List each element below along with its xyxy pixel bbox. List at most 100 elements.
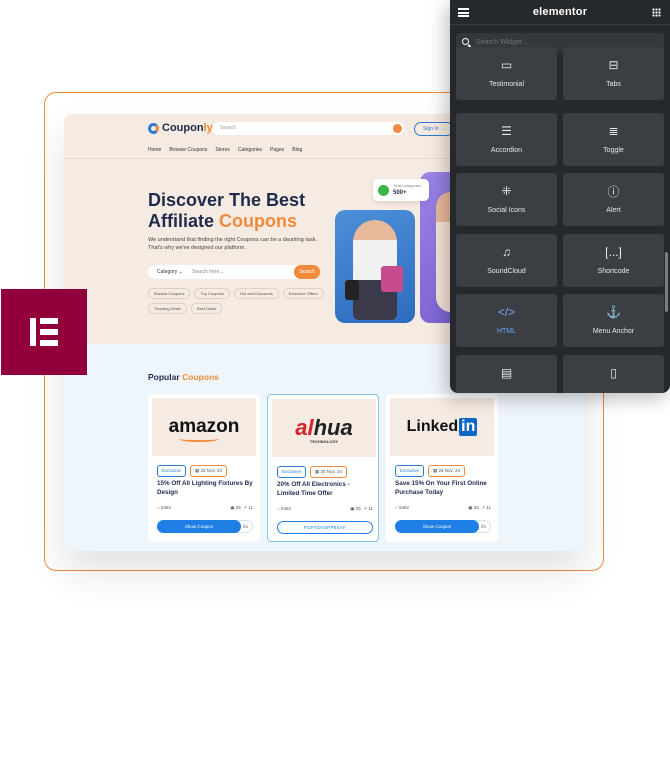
hero-search-bar[interactable]: Category ⌄ Search here... Search — [148, 265, 320, 279]
panel-title: elementor — [532, 6, 588, 18]
signin-button[interactable]: Sign In → — [414, 122, 454, 136]
likes-value: 25 — [235, 505, 241, 510]
category-dropdown[interactable]: Category ⌄ — [157, 269, 183, 275]
widget-social-icons[interactable]: ⁜ Social Icons — [456, 173, 557, 226]
panel-scrollbar[interactable] — [665, 252, 668, 312]
coupon-title[interactable]: 20% Off All Electronics - Limited Time O… — [277, 481, 373, 498]
panel-header: elementor — [450, 0, 670, 25]
widget-label: Tabs — [606, 81, 621, 88]
hero-search-button[interactable]: Search — [294, 265, 320, 279]
hero-title-line2: Affiliate — [148, 211, 215, 231]
hero-search-input[interactable]: Search here... — [192, 269, 223, 275]
show-coupon-button[interactable]: Show Coupon ifo — [395, 520, 491, 533]
linkedin-wordmark: Linked — [406, 418, 459, 435]
widget-toggle[interactable]: ≣ Toggle — [563, 113, 664, 166]
site-search-input[interactable]: Search — [212, 122, 404, 135]
menu-item-categories[interactable]: Categories — [238, 147, 262, 153]
widget-label: Toggle — [603, 147, 624, 154]
tag-list: Browse Coupons Top Coupons Hot and Disco… — [148, 288, 328, 314]
widget-sidebar[interactable]: ▤ — [456, 355, 557, 393]
handbag — [345, 280, 359, 300]
widget-label: Social Icons — [487, 207, 526, 214]
coupon-title[interactable]: Save 15% On Your First Online Purchase T… — [395, 480, 491, 497]
tag-chip[interactable]: Top Coupons — [194, 288, 231, 299]
tag-chip[interactable]: Exclusive Offers — [282, 288, 324, 299]
widget-alert[interactable]: ⓘ Alert — [563, 173, 664, 226]
menu-item-browse[interactable]: Browse Coupons — [169, 147, 207, 153]
stat-value: 500+ — [393, 190, 407, 196]
site-logo[interactable]: Coupon ly — [148, 122, 213, 134]
elementor-widget-panel: elementor Search Widget... ▭ Testimonial… — [450, 0, 670, 393]
logo-text: Coupon — [162, 122, 204, 134]
uses-count: ⌂ 5462 — [395, 505, 409, 510]
search-icon — [462, 38, 469, 45]
coupon-code-button[interactable]: PGPXDA5PP8SAF — [277, 521, 373, 534]
coupon-card-linkedin[interactable]: Linked in Exclusive ▦ 25 Nov, 24 Save 15%… — [386, 394, 498, 542]
site-menu: Home Browse Coupons Stores Categories Pa… — [148, 147, 302, 153]
coupon-meta: ⌂ 5462 ▣ 25 ↗ 11 — [277, 506, 373, 512]
widget-label: Alert — [606, 207, 621, 214]
shares-value: 11 — [486, 505, 491, 510]
stat-card: Total categories 500+ — [373, 179, 429, 201]
widget-tabs[interactable]: ⊟ Tabs — [563, 47, 664, 100]
tag-chip[interactable]: Best Deals — [190, 303, 223, 314]
widget-soundcloud[interactable]: ♫ SoundCloud — [456, 234, 557, 287]
coupon-meta: ⌂ 5462 ▣ 25 ↗ 11 — [395, 505, 491, 511]
popular-title-accent: Coupons — [182, 372, 219, 382]
tag-chip[interactable]: Trending Deals — [148, 303, 187, 314]
menu-item-blog[interactable]: Blog — [292, 147, 302, 153]
elementor-e-icon — [30, 318, 58, 346]
widget-html[interactable]: </> HTML — [456, 294, 557, 347]
tabs-icon: ⊟ — [608, 58, 619, 72]
hero-title: Discover The Best Affiliate Coupons — [148, 190, 348, 232]
widget-label: SoundCloud — [487, 268, 526, 275]
widget-shortcode[interactable]: [...] Shortcode — [563, 234, 664, 287]
promo-stage: Coupon ly Search Sign In → Home Browse Co… — [0, 0, 670, 777]
shopping-bag — [381, 266, 403, 292]
dahua-wordmark: hua — [313, 415, 353, 440]
amazon-wordmark: amazon — [168, 416, 240, 437]
widget-label: Shortcode — [597, 268, 630, 275]
coupon-card-amazon[interactable]: amazon Exclusive ▦ 25 Nov, 24 15% Off Al… — [148, 394, 260, 542]
exclusive-badge: Exclusive — [277, 466, 307, 478]
apps-grid-icon[interactable] — [652, 8, 661, 17]
date-badge: ▦ 25 Nov, 24 — [428, 465, 465, 477]
exclusive-badge: Exclusive — [157, 465, 187, 477]
widget-text-path[interactable]: ▯ — [563, 355, 664, 393]
widget-search-placeholder: Search Widget... — [476, 39, 528, 46]
social-icons-icon: ⁜ — [501, 184, 512, 198]
menu-anchor-icon: ⚓ — [606, 305, 621, 319]
amazon-logo: amazon — [152, 398, 256, 456]
widget-menu-anchor[interactable]: ⚓ Menu Anchor — [563, 294, 664, 347]
engagement: ▣ 25 ↗ 11 — [350, 506, 373, 511]
category-icon — [378, 185, 389, 196]
coupon-title[interactable]: 15% Off All Lighting Fixtures By Design — [157, 480, 253, 497]
likes-value: 25 — [473, 505, 479, 510]
engagement: ▣ 25 ↗ 11 — [230, 505, 253, 510]
category-label: Category — [157, 269, 178, 275]
hero-photo-shopper — [335, 210, 415, 323]
menu-item-home[interactable]: Home — [148, 147, 161, 153]
tag-chip[interactable]: Hot and Discounts — [234, 288, 279, 299]
soundcloud-icon: ♫ — [502, 245, 511, 259]
popular-title: Popular — [148, 372, 180, 382]
tag-chip[interactable]: Browse Coupons — [148, 288, 191, 299]
date-text: 25 Nov, 24 — [438, 468, 460, 473]
menu-item-pages[interactable]: Pages — [270, 147, 284, 153]
elementor-logo-icon — [1, 289, 87, 375]
date-text: 25 Nov, 24 — [320, 469, 342, 474]
menu-item-stores[interactable]: Stores — [215, 147, 229, 153]
uses-value: 5462 — [160, 505, 171, 510]
document-icon: ▯ — [610, 366, 617, 380]
widget-testimonial[interactable]: ▭ Testimonial — [456, 47, 557, 100]
shortcode-icon: [...] — [605, 245, 622, 259]
engagement: ▣ 25 ↗ 11 — [468, 505, 491, 510]
coupon-card-dahua[interactable]: alhua TECHNOLOGY Exclusive ▦ 25 Nov, 24 … — [267, 394, 379, 542]
search-icon[interactable] — [393, 124, 402, 133]
widget-accordion[interactable]: ☰ Accordion — [456, 113, 557, 166]
dahua-subtitle: TECHNOLOGY — [309, 439, 339, 444]
show-coupon-button[interactable]: Show Coupon ifo — [157, 520, 253, 533]
hero-description: We understand that finding the right Cou… — [148, 237, 317, 251]
hero-title-line1: Discover The Best — [148, 190, 306, 210]
signin-label: Sign In — [423, 126, 439, 132]
